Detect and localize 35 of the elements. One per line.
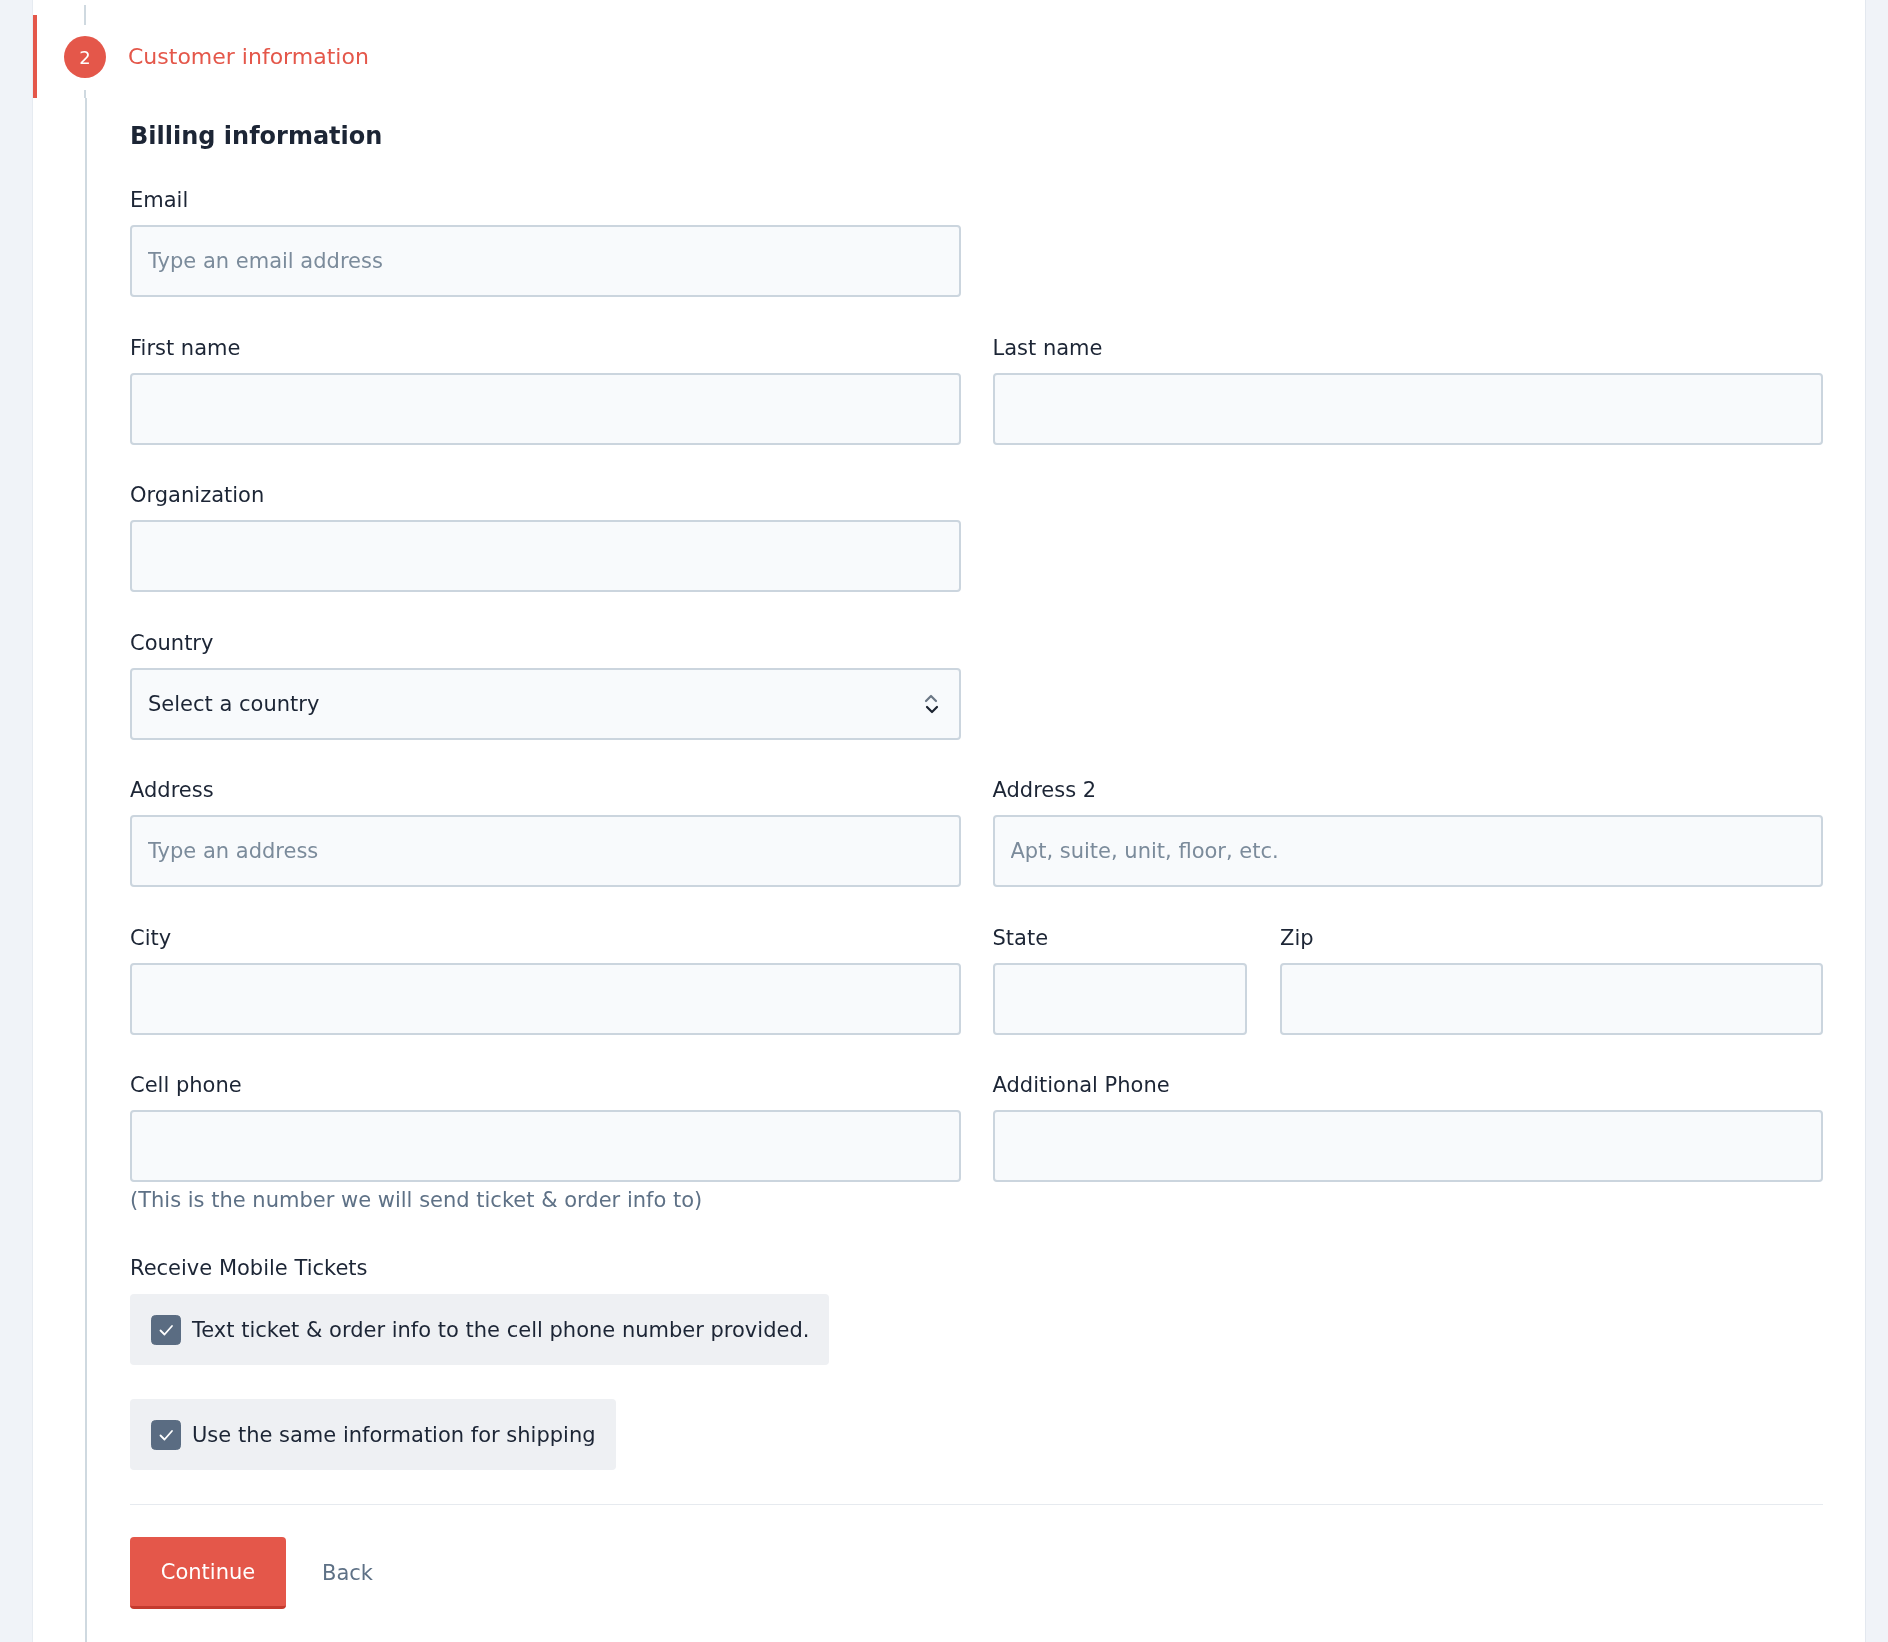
- section-heading: Billing information: [130, 121, 383, 152]
- input-field[interactable]: [992, 372, 1823, 445]
- input-field[interactable]: Type an email address: [130, 225, 961, 297]
- input-field[interactable]: [130, 962, 961, 1035]
- field-label: Additional Phone: [992, 1072, 1171, 1099]
- input-field[interactable]: Apt, suite, unit, floor, etc.: [992, 815, 1823, 887]
- input-field[interactable]: Type an address: [130, 815, 961, 887]
- checkbox[interactable]: [151, 1419, 181, 1450]
- checkbox-option[interactable]: Text ticket & order info to the cell phone number provided.: [130, 1294, 830, 1365]
- input-field[interactable]: [992, 1110, 1823, 1182]
- checkbox[interactable]: [151, 1314, 181, 1345]
- select-field[interactable]: Select a country: [130, 667, 961, 740]
- field-label: Last name: [992, 334, 1104, 362]
- field-label: State: [992, 924, 1050, 952]
- field-label: Cell phone: [130, 1072, 243, 1099]
- checkbox-option[interactable]: Use the same information for shipping: [130, 1399, 616, 1470]
- field-label: Organization: [130, 482, 266, 509]
- step-title[interactable]: Customer information: [128, 36, 369, 78]
- field-label: Zip: [1280, 924, 1315, 952]
- field-hint: (This is the number we will send ticket & order info to): [130, 1187, 704, 1213]
- group-label: Receive Mobile Tickets: [130, 1255, 368, 1282]
- field-label: Address 2: [992, 777, 1098, 804]
- field-label: First name: [130, 334, 242, 362]
- field-label: Email: [130, 187, 190, 214]
- field-label: Country: [130, 629, 215, 657]
- back-link[interactable]: Back: [322, 1561, 373, 1585]
- input-field[interactable]: [130, 1110, 961, 1182]
- field-label: City: [130, 924, 173, 952]
- input-field[interactable]: [130, 372, 961, 445]
- input-field[interactable]: [1280, 962, 1823, 1035]
- input-field[interactable]: [130, 520, 961, 592]
- continue-button[interactable]: Continue: [130, 1537, 286, 1609]
- field-label: Address: [130, 777, 215, 804]
- input-field[interactable]: [992, 962, 1247, 1035]
- step-number: 2: [64, 36, 106, 78]
